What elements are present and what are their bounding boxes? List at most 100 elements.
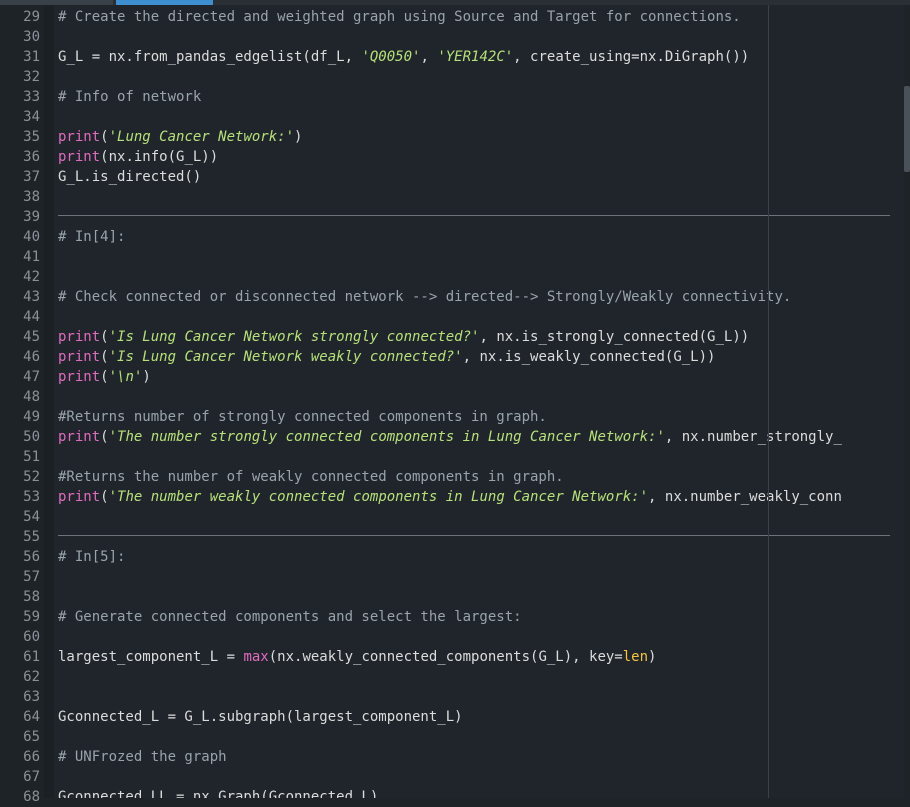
code-token: G_L.is_directed() <box>58 169 202 185</box>
code-line[interactable]: Gconnected_LL = nx.Graph(Gconnected_L) <box>58 787 378 798</box>
code-line[interactable]: #Returns number of strongly connected co… <box>58 407 547 427</box>
line-number: 60 <box>23 629 40 645</box>
code-token: ( <box>100 349 109 365</box>
code-token: print <box>58 149 101 165</box>
line-number: 68 <box>23 789 40 805</box>
line-number: 48 <box>23 389 40 405</box>
code-token: print <box>58 429 101 445</box>
line-number: 42 <box>23 269 40 285</box>
cell-separator <box>58 215 890 216</box>
line-number: 53 <box>23 489 40 505</box>
code-token: , nx.is_weakly_connected(G_L)) <box>462 349 716 365</box>
code-token: #Returns number of strongly connected co… <box>58 409 547 425</box>
code-token: ) <box>294 129 303 145</box>
code-line[interactable]: # Info of network <box>58 87 201 107</box>
code-line[interactable]: # UNFrozed the graph <box>58 747 227 767</box>
code-line[interactable]: print('The number strongly connected com… <box>58 427 842 447</box>
code-line[interactable]: print('Is Lung Cancer Network strongly c… <box>58 327 749 347</box>
code-token: , nx.is_strongly_connected(G_L)) <box>479 329 750 345</box>
code-token: Gconnected_L = G_L.subgraph(largest_comp… <box>58 709 463 725</box>
code-line[interactable]: G_L.is_directed() <box>58 167 201 187</box>
line-number: 65 <box>23 729 40 745</box>
code-line[interactable]: # In[4]: <box>58 227 125 247</box>
code-line[interactable]: print('\n') <box>58 367 151 387</box>
line-number: 55 <box>23 529 40 545</box>
line-number: 52 <box>23 469 40 485</box>
code-token: Gconnected_LL = nx.Graph(Gconnected_L) <box>58 789 379 798</box>
code-token: ( <box>100 429 109 445</box>
line-number: 33 <box>23 89 40 105</box>
line-number-gutter: 29 30 31 32 33 34 35 36 37 38 39 40 41 42 43 44 45 46 47 48… <box>0 5 44 805</box>
line-number: 50 <box>23 429 40 445</box>
line-number: 44 <box>23 309 40 325</box>
code-token: # In[4]: <box>58 229 126 245</box>
code-token: 'Is Lung Cancer Network strongly connect… <box>108 329 480 345</box>
code-line[interactable]: # Check connected or disconnected networ… <box>58 287 791 307</box>
code-token: print <box>58 349 101 365</box>
code-token: ( <box>100 129 109 145</box>
vertical-scrollbar-thumb[interactable] <box>904 86 910 172</box>
line-number: 47 <box>23 369 40 385</box>
code-token: , nx.number_strongly_ <box>664 429 842 445</box>
line-number: 64 <box>23 709 40 725</box>
code-token: # Check connected or disconnected networ… <box>58 289 792 305</box>
code-token: , create_using=nx.DiGraph()) <box>513 49 750 65</box>
code-token: # Generate connected components and sele… <box>58 609 522 625</box>
code-token: ) <box>648 649 657 665</box>
line-number: 57 <box>23 569 40 585</box>
line-number: 49 <box>23 409 40 425</box>
code-token: print <box>58 369 101 385</box>
code-token: 'YER142C' <box>437 49 514 65</box>
code-token: 'Lung Cancer Network:' <box>108 129 295 145</box>
code-line[interactable]: Gconnected_L = G_L.subgraph(largest_comp… <box>58 707 463 727</box>
code-line[interactable]: print('Is Lung Cancer Network weakly con… <box>58 347 715 367</box>
code-token: , <box>420 49 438 65</box>
line-number: 58 <box>23 589 40 605</box>
code-line[interactable]: #Returns the number of weakly connected … <box>58 467 564 487</box>
code-token: #Returns the number of weakly connected … <box>58 469 564 485</box>
line-number: 67 <box>23 769 40 785</box>
code-token: 'The number weakly connected components … <box>108 489 649 505</box>
code-token: print <box>58 129 101 145</box>
code-token: ( <box>100 329 109 345</box>
code-token: max <box>243 649 269 665</box>
code-token: (nx.info(G_L)) <box>100 149 219 165</box>
line-number: 38 <box>23 189 40 205</box>
code-line[interactable]: print('Lung Cancer Network:') <box>58 127 302 147</box>
line-number: 63 <box>23 689 40 705</box>
line-number: 51 <box>23 449 40 465</box>
line-number: 32 <box>23 69 40 85</box>
code-token: 'Q0050' <box>361 49 421 65</box>
fold-margin <box>44 5 54 798</box>
code-token: G_L = nx.from_pandas_edgelist(df_L, <box>58 49 362 65</box>
line-number: 43 <box>23 289 40 305</box>
code-token: ( <box>100 369 109 385</box>
code-token: # UNFrozed the graph <box>58 749 227 765</box>
code-token: ( <box>100 489 109 505</box>
line-number: 41 <box>23 249 40 265</box>
code-line[interactable]: G_L = nx.from_pandas_edgelist(df_L, 'Q00… <box>58 47 749 67</box>
line-number: 66 <box>23 749 40 765</box>
line-number: 56 <box>23 549 40 565</box>
code-token: 'The number strongly connected component… <box>108 429 665 445</box>
line-number: 59 <box>23 609 40 625</box>
code-line[interactable]: print('The number weakly connected compo… <box>58 487 842 507</box>
line-number: 34 <box>23 109 40 125</box>
code-line[interactable]: # Create the directed and weighted graph… <box>58 7 741 27</box>
code-token: print <box>58 489 101 505</box>
code-line[interactable]: # In[5]: <box>58 547 125 567</box>
line-number: 39 <box>23 209 40 225</box>
line-number: 37 <box>23 169 40 185</box>
code-line[interactable]: largest_component_L = max(nx.weakly_conn… <box>58 647 656 667</box>
code-line[interactable]: # Generate connected components and sele… <box>58 607 522 627</box>
code-token: 'Is Lung Cancer Network weakly connected… <box>108 349 463 365</box>
code-line[interactable]: print(nx.info(G_L)) <box>58 147 218 167</box>
code-token: , nx.number_weakly_conn <box>648 489 842 505</box>
code-token: len <box>622 649 649 665</box>
code-editor[interactable]: # Create the directed and weighted graph… <box>54 5 904 798</box>
code-token: print <box>58 329 101 345</box>
line-number: 35 <box>23 129 40 145</box>
line-number: 61 <box>23 649 40 665</box>
line-number: 40 <box>23 229 40 245</box>
line-number: 46 <box>23 349 40 365</box>
